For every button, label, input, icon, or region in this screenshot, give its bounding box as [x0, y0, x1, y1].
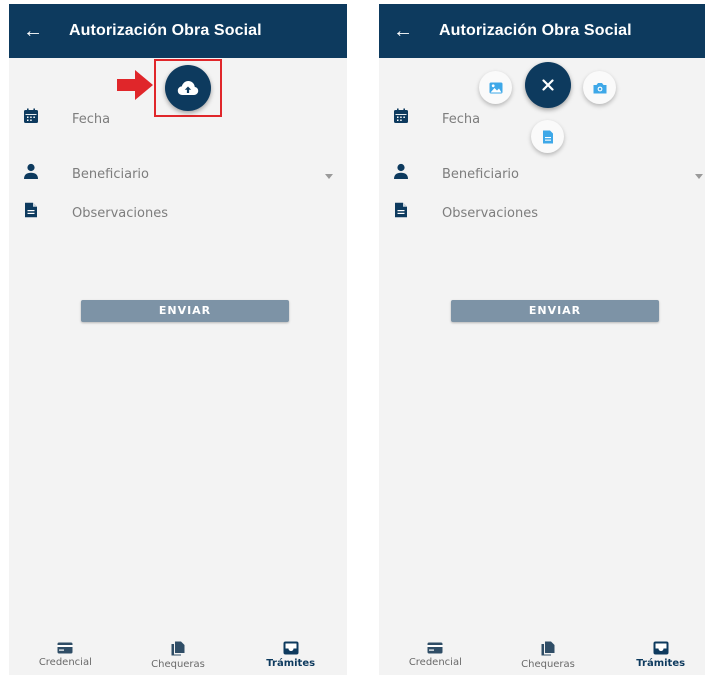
calendar-icon: [394, 108, 408, 123]
nav-label-chequeras: Chequeras: [151, 658, 205, 670]
camera-icon: [593, 82, 606, 93]
nav-item-tramites[interactable]: Trámites: [604, 635, 705, 675]
file-option-button[interactable]: [531, 120, 564, 153]
person-icon: [24, 163, 38, 179]
nav-item-chequeras[interactable]: Chequeras: [492, 635, 605, 675]
gallery-option-button[interactable]: [479, 71, 512, 104]
screen-fab-expanded: ← Autorización Obra Social Fecha Benefic…: [379, 4, 705, 675]
person-icon: [394, 163, 408, 179]
nav-label-tramites: Trámites: [636, 658, 686, 669]
bottom-navigation: Credencial Chequeras Trámites: [379, 635, 705, 675]
cloud-upload-icon: [177, 81, 199, 95]
enviar-button[interactable]: ENVIAR: [81, 300, 289, 322]
document-icon: [395, 202, 407, 218]
nav-item-tramites[interactable]: Trámites: [234, 635, 347, 675]
back-arrow-icon[interactable]: ←: [9, 4, 57, 58]
card-icon: [57, 642, 73, 654]
calendar-icon: [24, 108, 38, 123]
nav-label-credencial: Credencial: [38, 657, 92, 668]
fecha-field[interactable]: Fecha: [72, 112, 110, 127]
page-title: Autorización Obra Social: [69, 22, 262, 39]
back-arrow-icon[interactable]: ←: [379, 4, 427, 58]
nav-item-chequeras[interactable]: Chequeras: [122, 635, 235, 675]
page-title: Autorización Obra Social: [439, 22, 632, 39]
nav-item-credencial[interactable]: Credencial: [379, 635, 492, 675]
inbox-icon: [653, 641, 669, 655]
nav-item-credencial[interactable]: Credencial: [9, 635, 122, 675]
enviar-button[interactable]: ENVIAR: [451, 300, 659, 322]
card-icon: [427, 642, 443, 654]
upload-fab-button[interactable]: [165, 65, 211, 111]
screen-fab-collapsed: ← Autorización Obra Social Fecha Benefic…: [9, 4, 347, 675]
observaciones-field[interactable]: Observaciones: [442, 206, 538, 221]
close-fab-button[interactable]: [525, 62, 571, 108]
chevron-down-icon[interactable]: [695, 174, 703, 179]
camera-option-button[interactable]: [583, 71, 616, 104]
nav-label-credencial: Credencial: [408, 657, 462, 668]
red-arrow-annotation: [117, 70, 153, 100]
nav-label-tramites: Trámites: [266, 658, 316, 669]
nav-label-chequeras: Chequeras: [521, 658, 575, 670]
beneficiario-select[interactable]: Beneficiario: [442, 167, 519, 182]
file-icon: [542, 130, 553, 143]
image-icon: [489, 82, 502, 93]
documents-icon: [171, 641, 185, 655]
observaciones-field[interactable]: Observaciones: [72, 206, 168, 221]
app-bar: ← Autorización Obra Social: [379, 4, 705, 58]
bottom-navigation: Credencial Chequeras Trámites: [9, 635, 347, 675]
app-bar: ← Autorización Obra Social: [9, 4, 347, 58]
chevron-down-icon[interactable]: [325, 174, 333, 179]
inbox-icon: [283, 641, 299, 655]
documents-icon: [541, 641, 555, 655]
document-icon: [25, 202, 37, 218]
beneficiario-select[interactable]: Beneficiario: [72, 167, 149, 182]
fecha-field[interactable]: Fecha: [442, 112, 480, 127]
close-icon: [542, 79, 554, 91]
